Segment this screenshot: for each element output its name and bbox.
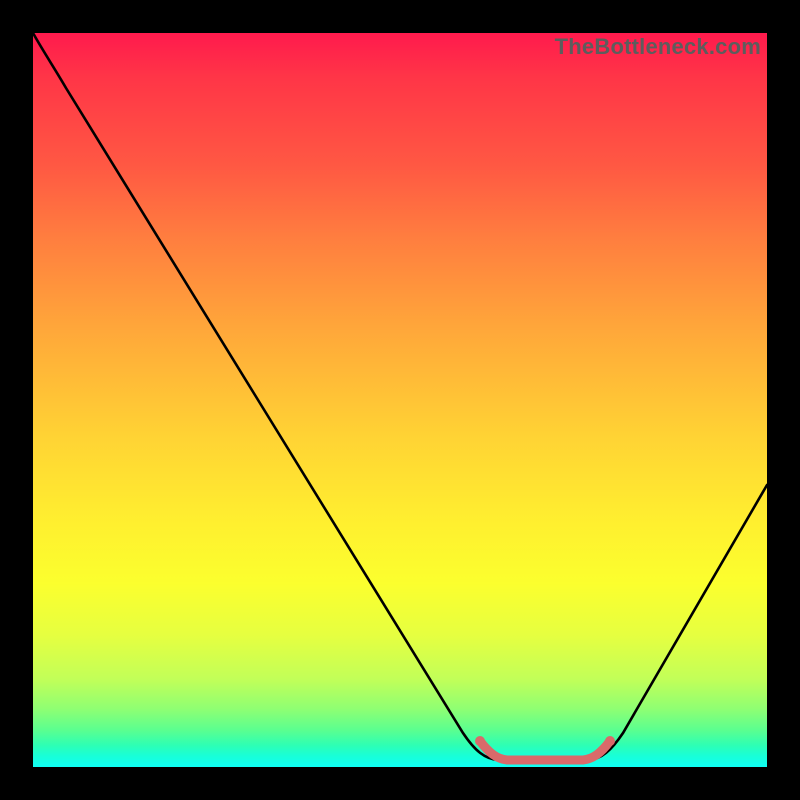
- bottleneck-curve-path: [33, 33, 767, 760]
- optimal-band-end-right: [605, 736, 615, 746]
- optimal-band-end-left: [475, 736, 485, 746]
- plot-area: TheBottleneck.com: [33, 33, 767, 767]
- chart-frame: TheBottleneck.com: [0, 0, 800, 800]
- optimal-band-path: [480, 741, 610, 760]
- watermark-text: TheBottleneck.com: [555, 34, 761, 60]
- curve-layer: [33, 33, 767, 767]
